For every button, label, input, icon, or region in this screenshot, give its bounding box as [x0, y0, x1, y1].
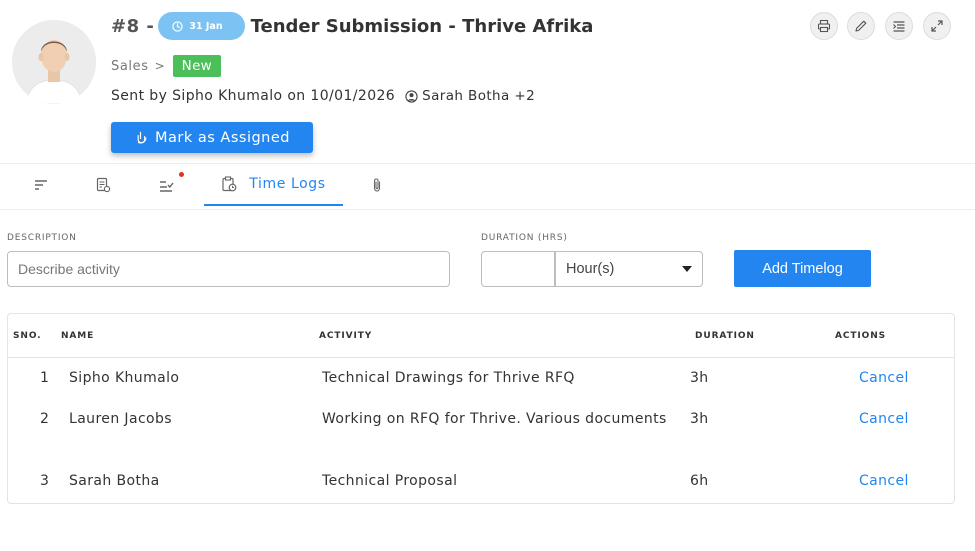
notification-dot — [179, 172, 184, 177]
sent-by-text: Sent by Sipho Khumalo on 10/01/2026 — [111, 88, 396, 104]
due-date-text: 31 Jan — [189, 20, 223, 32]
ticket-title: Tender Submission - Thrive Afrika — [250, 15, 594, 37]
mark-as-assigned-button[interactable]: Mark as Assigned — [111, 122, 313, 153]
print-button[interactable] — [810, 12, 838, 40]
row-name: Lauren Jacobs — [69, 411, 172, 427]
row-name: Sarah Botha — [69, 473, 160, 489]
column-header-activity: ACTIVITY — [319, 331, 373, 341]
row-duration: 3h — [690, 411, 709, 427]
duration-input[interactable] — [481, 251, 555, 287]
cancel-link[interactable]: Cancel — [859, 467, 909, 495]
list-indent-icon — [893, 21, 905, 32]
tab-details[interactable] — [28, 164, 54, 206]
duration-label: DURATION (HRS) — [481, 233, 568, 243]
description-label: DESCRIPTION — [7, 233, 77, 243]
description-input[interactable] — [7, 251, 450, 287]
duration-unit-value: Hour(s) — [566, 261, 615, 277]
row-name: Sipho Khumalo — [69, 370, 180, 386]
mark-as-assigned-label: Mark as Assigned — [155, 129, 290, 146]
tab-time-logs-label: Time Logs — [249, 176, 326, 192]
row-sno: 3 — [40, 473, 50, 489]
expand-icon — [931, 20, 943, 32]
row-duration: 3h — [690, 370, 709, 386]
row-duration: 6h — [690, 473, 709, 489]
table-row: 1 Sipho Khumalo Technical Drawings for T… — [8, 364, 954, 392]
outline-button[interactable] — [885, 12, 913, 40]
watchers-text: Sarah Botha +2 — [422, 88, 536, 104]
due-date-pill: 31 Jan — [158, 12, 245, 40]
tab-checklist[interactable] — [152, 164, 184, 206]
tab-bar: Time Logs — [0, 164, 975, 210]
column-header-name: NAME — [61, 331, 95, 341]
pencil-icon — [855, 20, 867, 32]
breadcrumb-separator: > — [154, 59, 165, 73]
tab-attachments[interactable] — [366, 164, 388, 206]
watchers[interactable]: Sarah Botha +2 — [405, 88, 535, 104]
user-circle-icon — [405, 89, 418, 103]
table-row: 3 Sarah Botha Technical Proposal 6h Canc… — [8, 467, 954, 495]
row-activity: Working on RFQ for Thrive. Various docum… — [322, 411, 667, 427]
tab-time-logs[interactable]: Time Logs — [204, 164, 343, 206]
column-header-actions: ACTIONS — [835, 331, 887, 341]
breadcrumb[interactable]: Sales — [111, 59, 149, 74]
timelog-table: SNO. NAME ACTIVITY DURATION ACTIONS 1 Si… — [7, 313, 955, 504]
paperclip-icon — [373, 178, 381, 192]
row-sno: 1 — [40, 370, 50, 386]
assign-hand-icon — [134, 131, 147, 144]
checklist-icon — [160, 181, 174, 192]
row-activity: Technical Drawings for Thrive RFQ — [322, 370, 575, 386]
edit-button[interactable] — [847, 12, 875, 40]
expand-button[interactable] — [923, 12, 951, 40]
tab-documents[interactable] — [90, 164, 116, 206]
duration-unit-select[interactable]: Hour(s) — [555, 251, 703, 287]
table-header: SNO. NAME ACTIVITY DURATION ACTIONS — [8, 314, 954, 358]
cancel-link[interactable]: Cancel — [859, 405, 909, 433]
document-icon — [96, 177, 111, 193]
add-timelog-button[interactable]: Add Timelog — [734, 250, 871, 287]
column-header-duration: DURATION — [695, 331, 755, 341]
row-activity: Technical Proposal — [322, 473, 458, 489]
caret-down-icon — [682, 266, 692, 272]
printer-icon — [817, 19, 831, 33]
row-sno: 2 — [40, 411, 50, 427]
column-header-sno: SNO. — [13, 331, 42, 341]
ticket-header: #8 - 31 Jan Tender Submission - Thrive A… — [0, 0, 975, 164]
clipboard-clock-icon — [222, 176, 237, 192]
clock-icon — [172, 20, 184, 32]
sort-lines-icon — [35, 180, 47, 190]
status-badge: New — [172, 55, 222, 77]
table-row: 2 Lauren Jacobs Working on RFQ for Thriv… — [8, 405, 954, 433]
cancel-link[interactable]: Cancel — [859, 364, 909, 392]
ticket-number: #8 - — [111, 15, 155, 37]
avatar — [12, 20, 96, 104]
